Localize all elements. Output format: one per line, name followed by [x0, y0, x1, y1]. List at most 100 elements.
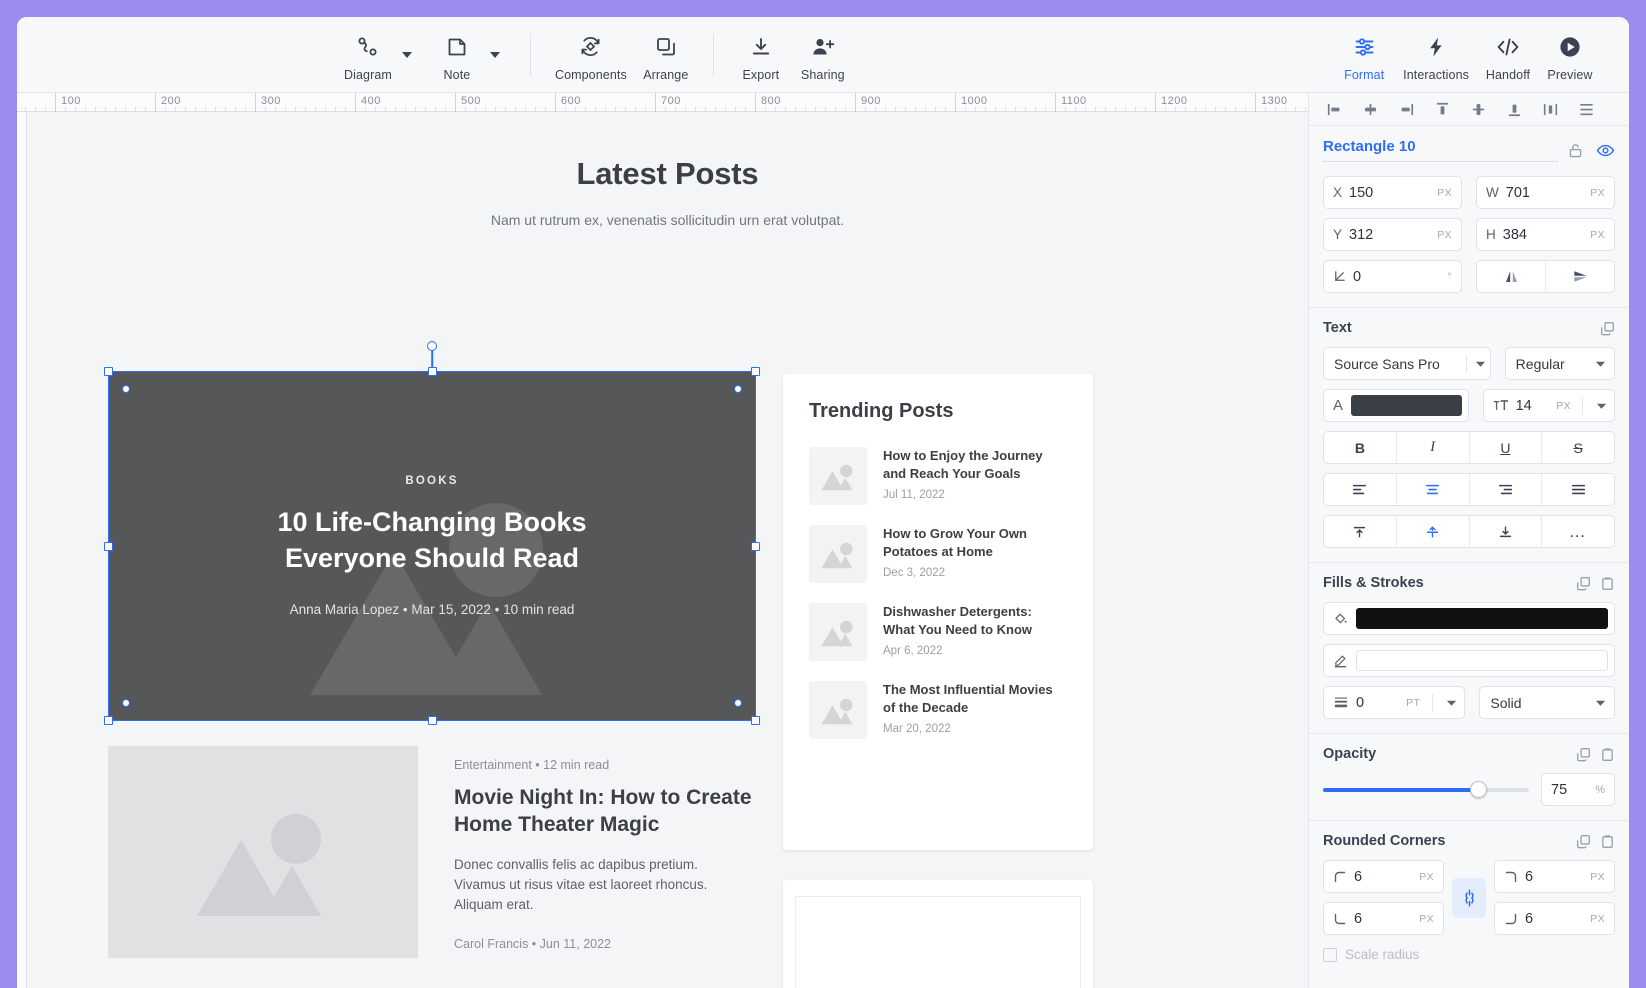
- bold-button[interactable]: B: [1324, 432, 1396, 463]
- align-center-horizontal-icon[interactable]: [1353, 96, 1387, 122]
- text-color-field[interactable]: A: [1323, 389, 1469, 422]
- post-card[interactable]: Entertainment • 12 min read Movie Night …: [108, 746, 756, 958]
- stroke-color-swatch[interactable]: [1356, 650, 1608, 671]
- valign-bottom-button[interactable]: [1469, 516, 1542, 547]
- flip-horizontal-icon[interactable]: [1477, 261, 1545, 292]
- align-top-icon[interactable]: [1425, 96, 1459, 122]
- paste-style-icon[interactable]: [1600, 834, 1615, 849]
- align-right-icon[interactable]: [1389, 96, 1423, 122]
- align-middle-vertical-icon[interactable]: [1461, 96, 1495, 122]
- rotation-field[interactable]: 0 °: [1323, 260, 1462, 293]
- fill-color-swatch[interactable]: [1356, 608, 1608, 629]
- copy-style-icon[interactable]: [1576, 576, 1591, 591]
- note-chevron-down-icon[interactable]: [490, 52, 500, 58]
- ruler-minor-tick: [315, 107, 316, 111]
- rotation-angle-icon: [1333, 270, 1346, 283]
- toolbar-export-button[interactable]: Export: [730, 28, 792, 82]
- stroke-style-select[interactable]: Solid: [1479, 686, 1615, 719]
- x-field[interactable]: X 150 PX: [1323, 176, 1462, 209]
- opacity-slider[interactable]: [1323, 780, 1529, 800]
- corner-bottom-left-field[interactable]: 6 PX: [1323, 902, 1444, 935]
- align-text-right-button[interactable]: [1469, 474, 1542, 505]
- vertical-ruler[interactable]: [17, 112, 27, 988]
- trending-text: The Most Influential Movies of the Decad…: [883, 681, 1067, 739]
- text-section-title: Text: [1323, 320, 1352, 336]
- corner-top-right-field[interactable]: 6 PX: [1494, 860, 1615, 893]
- copy-style-icon[interactable]: [1600, 321, 1615, 336]
- fill-color-field[interactable]: [1323, 602, 1615, 635]
- diagram-chevron-down-icon[interactable]: [402, 52, 412, 58]
- font-family-select[interactable]: Source Sans Pro: [1323, 347, 1491, 380]
- toolbar-sharing-button[interactable]: Sharing: [792, 28, 854, 82]
- valign-middle-button[interactable]: [1396, 516, 1469, 547]
- ad-card[interactable]: 300×250: [783, 880, 1093, 988]
- distribute-horizontal-icon[interactable]: [1533, 96, 1567, 122]
- toolbar-note-button[interactable]: Note: [426, 28, 488, 82]
- scale-radius-row[interactable]: Scale radius: [1323, 947, 1615, 962]
- tab-format[interactable]: Format: [1333, 28, 1395, 82]
- distribute-vertical-icon[interactable]: [1569, 96, 1603, 122]
- trending-list-item[interactable]: Dishwasher Detergents: What You Need to …: [809, 593, 1067, 671]
- toolbar-components-button[interactable]: Components: [547, 28, 635, 82]
- tab-handoff[interactable]: Handoff: [1477, 28, 1539, 82]
- align-left-icon[interactable]: [1317, 96, 1351, 122]
- tab-preview[interactable]: Preview: [1539, 28, 1601, 82]
- text-color-swatch[interactable]: [1351, 395, 1462, 416]
- w-field[interactable]: W 701 PX: [1476, 176, 1615, 209]
- trending-thumbnail: [809, 447, 867, 505]
- copy-style-icon[interactable]: [1576, 834, 1591, 849]
- underline-button[interactable]: U: [1469, 432, 1542, 463]
- trending-date: Jul 11, 2022: [883, 489, 1067, 501]
- italic-button[interactable]: I: [1396, 432, 1469, 463]
- rounded-corners-section: Rounded Corners: [1309, 821, 1629, 976]
- chevron-down-icon[interactable]: [1446, 699, 1460, 707]
- h-field[interactable]: H 384 PX: [1476, 218, 1615, 251]
- eye-visible-icon[interactable]: [1596, 141, 1615, 160]
- corner-top-left-unit: PX: [1419, 871, 1434, 883]
- scale-radius-checkbox[interactable]: [1323, 948, 1337, 962]
- trending-title: Dishwasher Detergents: What You Need to …: [883, 603, 1067, 638]
- flip-vertical-icon[interactable]: [1545, 261, 1614, 292]
- trending-list-item[interactable]: The Most Influential Movies of the Decad…: [809, 671, 1067, 749]
- copy-style-icon[interactable]: [1576, 747, 1591, 762]
- opacity-value-field[interactable]: 75 %: [1541, 773, 1615, 806]
- hero-card[interactable]: BOOKS 10 Life-Changing Books Everyone Sh…: [108, 371, 756, 721]
- ruler-minor-tick: [1105, 107, 1106, 111]
- valign-top-button[interactable]: [1324, 516, 1396, 547]
- ruler-minor-tick: [1295, 107, 1296, 111]
- align-bottom-icon[interactable]: [1497, 96, 1531, 122]
- align-text-center-button[interactable]: [1396, 474, 1469, 505]
- unlock-icon[interactable]: [1567, 142, 1584, 159]
- trending-posts-card[interactable]: Trending Posts How to Enjoy the Journey …: [783, 374, 1093, 850]
- font-weight-select[interactable]: Regular: [1505, 347, 1615, 380]
- trending-list-item[interactable]: How to Grow Your Own Potatoes at HomeDec…: [809, 515, 1067, 593]
- opacity-slider-knob[interactable]: [1470, 781, 1487, 798]
- corner-top-left-field[interactable]: 6 PX: [1323, 860, 1444, 893]
- toolbar-arrange-button[interactable]: Arrange: [635, 28, 697, 82]
- paste-style-icon[interactable]: [1600, 576, 1615, 591]
- ruler-minor-tick: [95, 107, 96, 111]
- toolbar-diagram-button[interactable]: Diagram: [336, 28, 400, 82]
- rotation-handle[interactable]: [427, 341, 437, 351]
- design-page[interactable]: Latest Posts Nam ut rutrum ex, venenatis…: [27, 112, 1308, 988]
- object-name[interactable]: Rectangle 10: [1323, 138, 1557, 162]
- canvas-area[interactable]: 1002003004005006007008009001000110012001…: [17, 93, 1308, 988]
- horizontal-ruler[interactable]: 1002003004005006007008009001000110012001…: [17, 93, 1308, 112]
- y-field[interactable]: Y 312 PX: [1323, 218, 1462, 251]
- text-more-options-button[interactable]: …: [1541, 516, 1614, 547]
- link-corners-toggle[interactable]: [1452, 878, 1486, 918]
- tab-interactions[interactable]: Interactions: [1395, 28, 1477, 82]
- trending-list-item[interactable]: How to Enjoy the Journey and Reach Your …: [809, 437, 1067, 515]
- align-text-left-button[interactable]: [1324, 474, 1396, 505]
- ruler-minor-tick: [625, 107, 626, 111]
- ruler-minor-tick: [205, 107, 206, 111]
- ruler-minor-tick: [1215, 107, 1216, 111]
- font-size-field[interactable]: 14 PX: [1483, 389, 1615, 422]
- chevron-down-icon[interactable]: [1596, 402, 1610, 410]
- stroke-color-field[interactable]: [1323, 644, 1615, 677]
- strikethrough-button[interactable]: S: [1541, 432, 1614, 463]
- corner-bottom-right-field[interactable]: 6 PX: [1494, 902, 1615, 935]
- paste-style-icon[interactable]: [1600, 747, 1615, 762]
- align-text-justify-button[interactable]: [1541, 474, 1614, 505]
- stroke-width-field[interactable]: 0 PT: [1323, 686, 1465, 719]
